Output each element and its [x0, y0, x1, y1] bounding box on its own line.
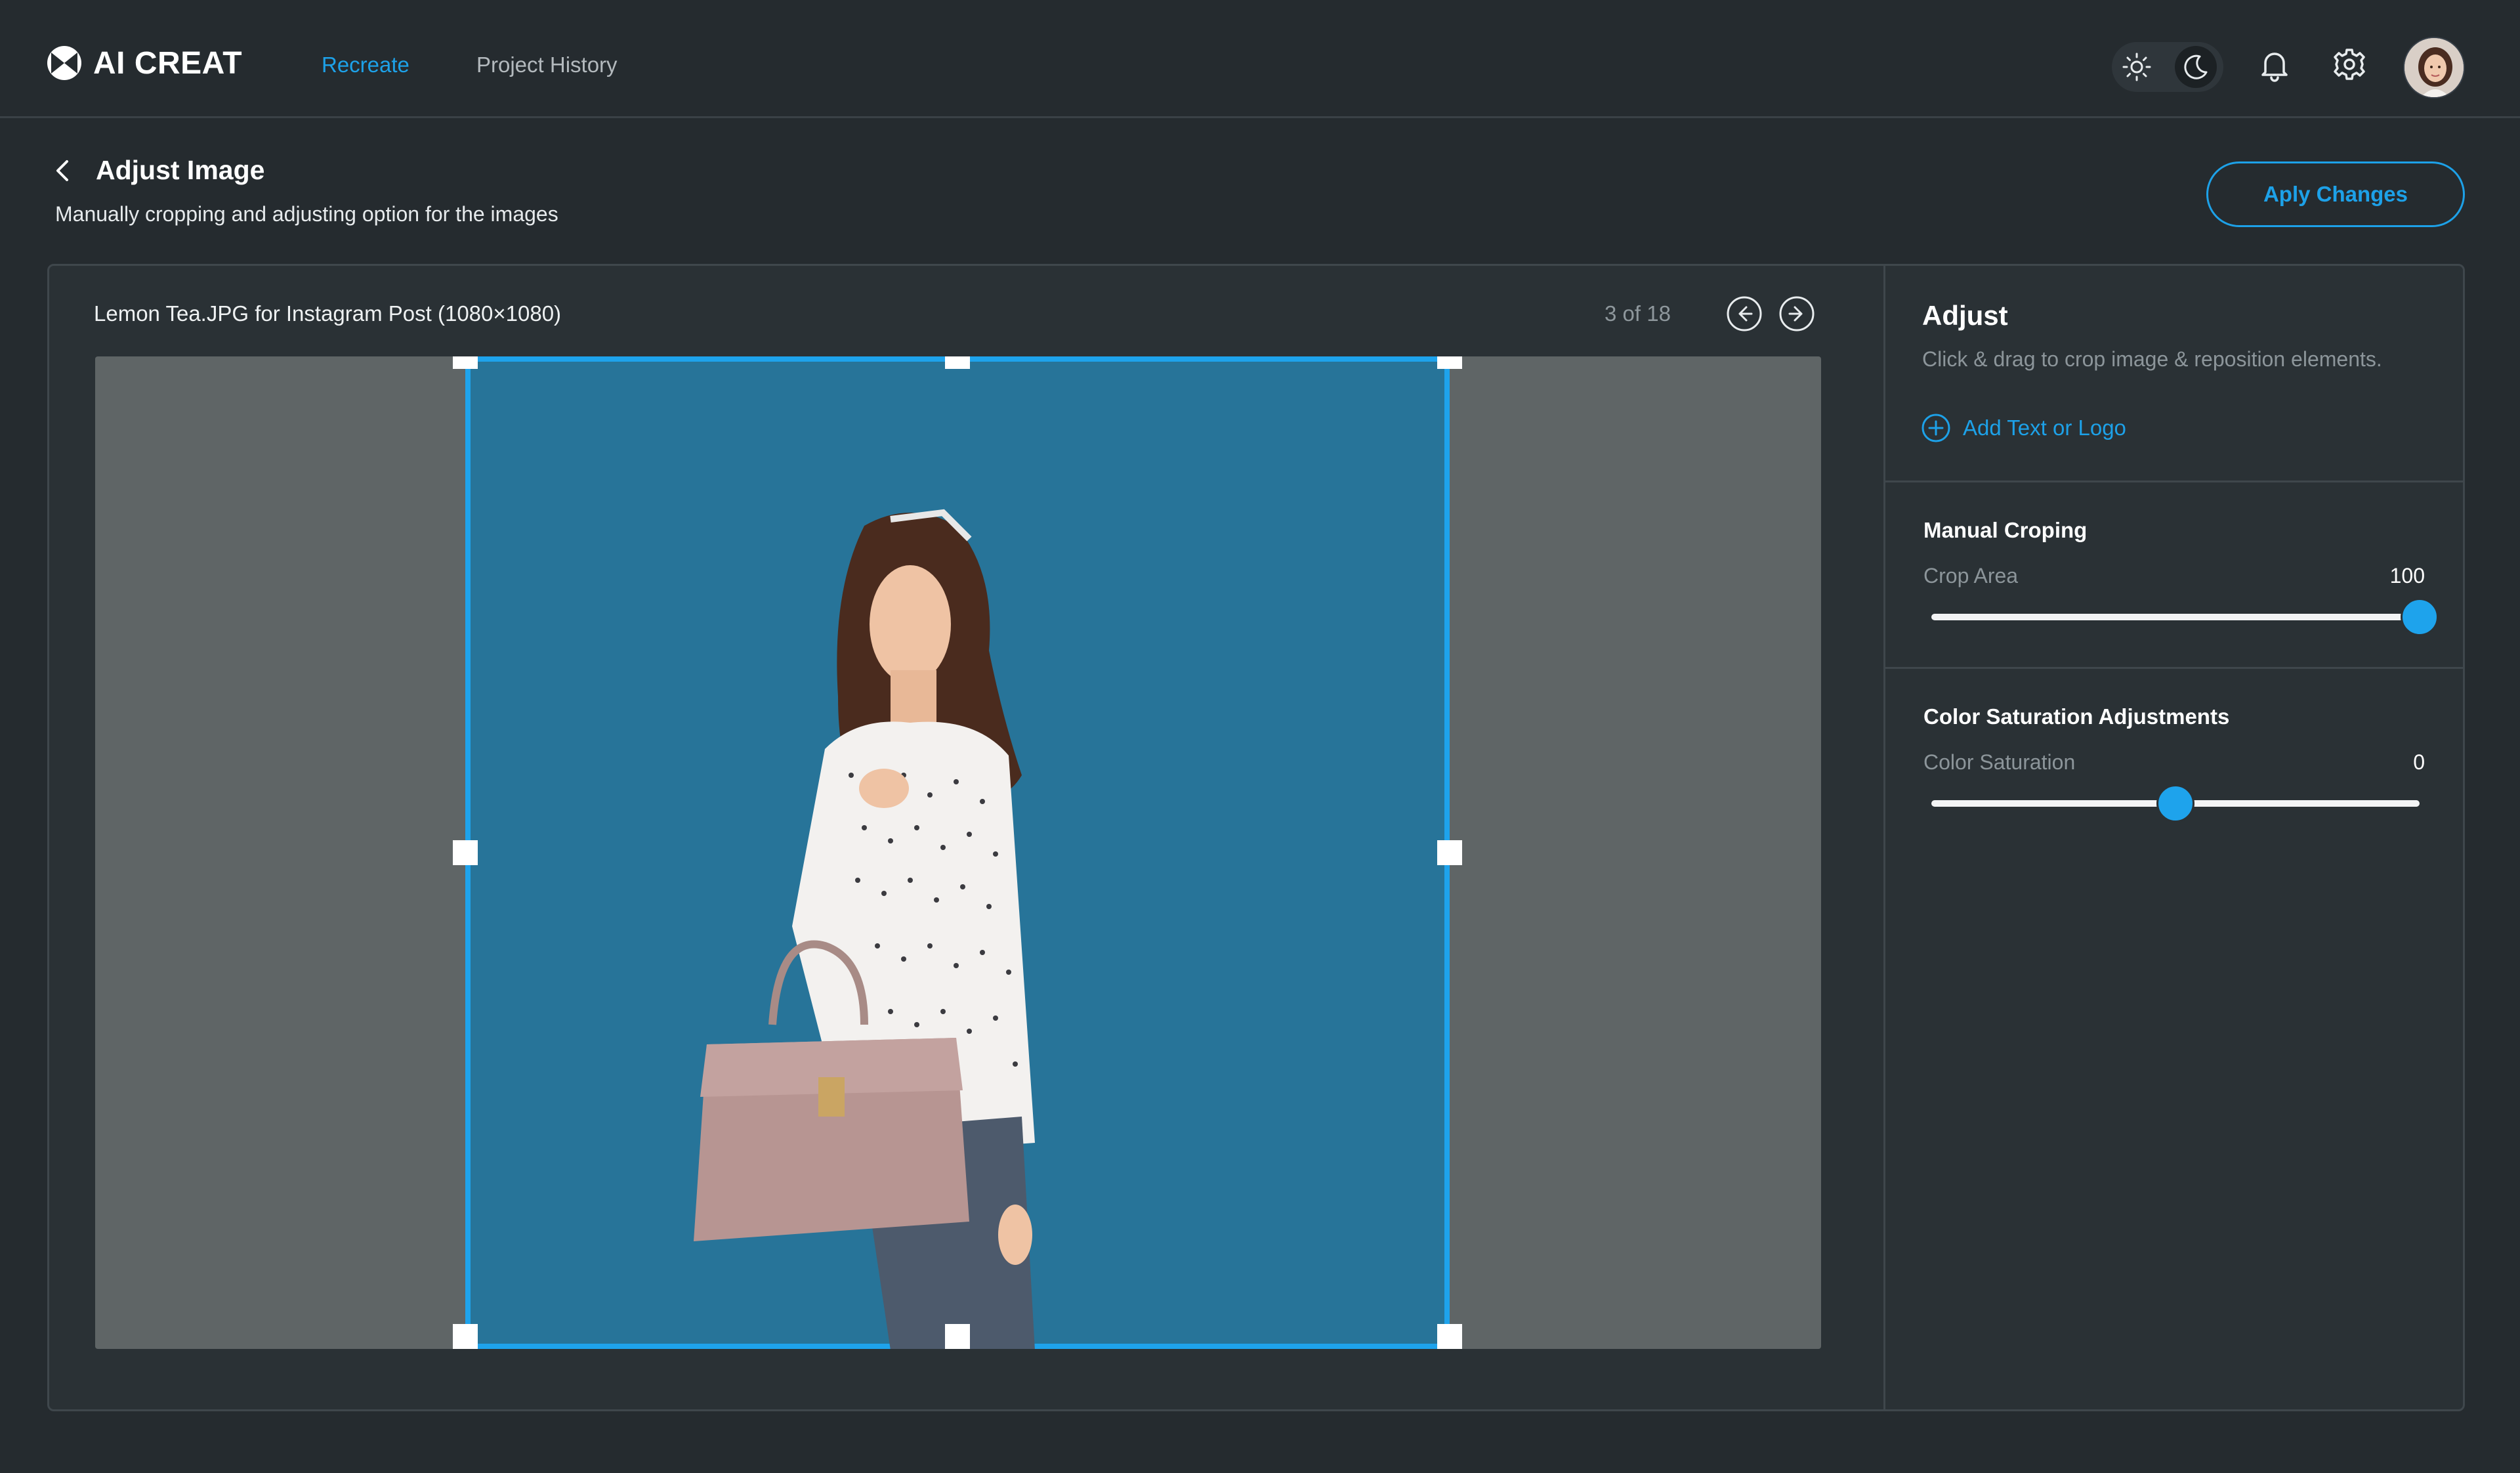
crop-area-label: Crop Area	[1923, 564, 2019, 587]
adjust-section: Adjust Click & drag to crop image & repo…	[1885, 266, 2463, 482]
color-saturation-section: Color Saturation Adjustments Color Satur…	[1885, 669, 2463, 866]
adjust-title: Adjust	[1922, 300, 2008, 331]
logo-icon	[47, 46, 81, 80]
nav-recreate[interactable]: Recreate	[322, 53, 410, 77]
crop-area-slider[interactable]	[1931, 598, 2439, 636]
color-saturation-slider-thumb[interactable]	[2156, 784, 2194, 822]
file-label: Lemon Tea.JPG for Instagram Post (1080×1…	[94, 301, 562, 326]
gear-icon	[2334, 49, 2365, 80]
page-subtitle: Manually cropping and adjusting option f…	[55, 202, 558, 226]
top-bar: AI CREAT Recreate Project History	[0, 0, 2520, 118]
notifications-button[interactable]	[2254, 43, 2296, 85]
crop-handle-middle-right[interactable]	[1437, 840, 1462, 865]
crop-area-slider-thumb[interactable]	[2401, 598, 2439, 636]
crop-box[interactable]	[465, 356, 1450, 1349]
crop-area-value: 100	[2389, 564, 2425, 587]
nav-project-history[interactable]: Project History	[476, 53, 618, 77]
manual-cropping-title: Manual Croping	[1923, 518, 2088, 542]
crop-handle-top-left[interactable]	[453, 356, 478, 369]
page-counter: 3 of 18	[1605, 301, 1671, 326]
image-canvas[interactable]	[95, 356, 1821, 1349]
crop-handle-top-right[interactable]	[1437, 356, 1462, 369]
add-text-or-logo-button[interactable]: Add Text or Logo	[1921, 413, 2126, 443]
crop-handle-top-center[interactable]	[945, 356, 970, 369]
crop-handle-bottom-left[interactable]	[453, 1324, 478, 1349]
add-text-or-logo-label: Add Text or Logo	[1963, 416, 2126, 440]
back-arrow-icon[interactable]	[50, 158, 76, 184]
previous-image-button[interactable]	[1725, 295, 1763, 333]
settings-button[interactable]	[2328, 43, 2370, 85]
dark-mode-button[interactable]	[2175, 46, 2217, 88]
color-saturation-slider[interactable]	[1931, 784, 2420, 822]
light-mode-button[interactable]	[2116, 46, 2158, 88]
user-avatar[interactable]	[2403, 37, 2465, 98]
color-saturation-title: Color Saturation Adjustments	[1923, 704, 2230, 729]
crop-handle-middle-left[interactable]	[453, 840, 478, 865]
sun-icon	[2122, 53, 2151, 81]
avatar-image	[2404, 38, 2464, 97]
page-title: Adjust Image	[96, 155, 265, 185]
crop-handle-bottom-right[interactable]	[1437, 1324, 1462, 1349]
apply-changes-button[interactable]: Aply Changes	[2206, 161, 2465, 227]
theme-toggle[interactable]	[2112, 42, 2223, 92]
bell-icon	[2261, 53, 2288, 82]
adjust-panel: Adjust Click & drag to crop image & repo…	[1885, 266, 2463, 1409]
color-saturation-value: 0	[2413, 750, 2425, 774]
adjust-description: Click & drag to crop image & reposition …	[1922, 347, 2382, 371]
plus-circle-icon	[1922, 414, 1950, 442]
app-name: AI CREAT	[93, 45, 243, 81]
color-saturation-label: Color Saturation	[1923, 750, 2076, 774]
product-image	[694, 509, 1035, 1349]
crop-handle-bottom-center[interactable]	[945, 1324, 970, 1349]
canvas-panel: Lemon Tea.JPG for Instagram Post (1080×1…	[49, 266, 1885, 1409]
manual-cropping-section: Manual Croping Crop Area 100	[1885, 482, 2463, 669]
next-image-button[interactable]	[1778, 295, 1816, 333]
moon-icon	[2184, 54, 2208, 79]
app-logo[interactable]: AI CREAT	[46, 45, 242, 81]
editor-workspace: Lemon Tea.JPG for Instagram Post (1080×1…	[47, 264, 2465, 1411]
